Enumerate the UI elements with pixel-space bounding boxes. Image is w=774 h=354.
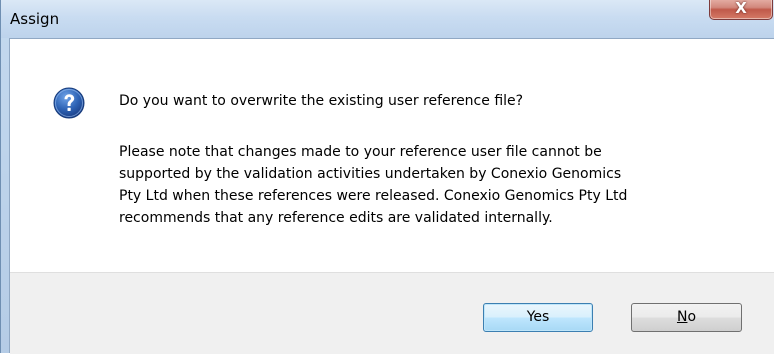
no-label-rest: o [687,309,697,325]
title-bar[interactable]: Assign X [1,0,774,38]
close-icon: X [735,0,747,17]
note-line: Pty Ltd when these references were relea… [119,188,628,204]
question-text: Do you want to overwrite the existing us… [119,93,524,109]
window-title: Assign [10,10,60,28]
note-line: Please note that changes made to your re… [119,144,602,160]
dialog-content: Do you want to overwrite the existing us… [9,38,774,354]
note-line: recommends that any reference edits are … [119,210,553,226]
question-icon [53,87,85,119]
yes-button[interactable]: Yes [483,303,593,332]
no-button[interactable]: No [631,303,742,332]
no-mnemonic: N [676,309,688,325]
button-bar: Yes No [10,272,774,354]
close-button[interactable]: X [709,0,773,20]
message-area: Do you want to overwrite the existing us… [10,39,774,272]
note-text: Please note that changes made to your re… [119,141,719,229]
note-line: supported by the validation activities u… [119,166,622,182]
dialog-window: Assign X Do you want to overwrite the ex… [0,0,774,354]
